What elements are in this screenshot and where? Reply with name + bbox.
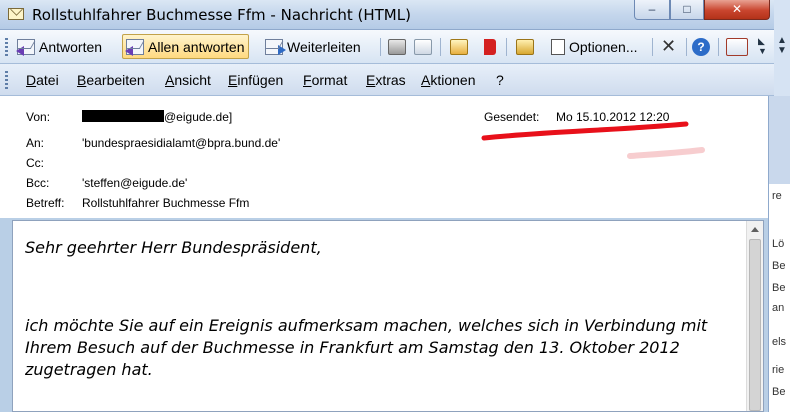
options-button[interactable]: Optionen... (548, 34, 641, 59)
bcc-value: 'steffen@eigude.de' (82, 176, 188, 190)
to-value: 'bundespraesidialamt@bpra.bund.de' (82, 136, 281, 150)
toolbar: Antworten Allen antworten Weiterleiten O… (0, 30, 774, 64)
delete-button[interactable]: ✕ (658, 34, 679, 59)
reply-label: Antworten (39, 38, 103, 55)
reply-all-icon (125, 38, 144, 56)
from-label: Von: (26, 110, 51, 124)
menu-ansicht[interactable]: Ansicht (165, 72, 211, 88)
forward-label: Weiterleiten (287, 38, 361, 55)
red-underline-annotation (481, 121, 705, 159)
toolbar-separator (718, 38, 719, 56)
background-snippet: Be (772, 282, 786, 294)
menu-format[interactable]: Format (303, 72, 347, 88)
subject-label: Betreff: (26, 196, 65, 210)
minimize-button[interactable]: – (634, 0, 670, 20)
reply-all-label: Allen antworten (148, 38, 245, 55)
menu-aktionen[interactable]: Aktionen (421, 72, 476, 88)
close-button[interactable]: ✕ (704, 0, 770, 20)
chevron-up-icon[interactable]: ▲ ▼ (777, 36, 787, 56)
background-snippet: rie (772, 364, 785, 376)
background-snippet: Be (772, 260, 786, 272)
toolbar-separator (440, 38, 441, 56)
toolbar-grip[interactable] (5, 38, 8, 56)
vertical-scrollbar[interactable] (746, 221, 763, 411)
background-snippet: Lö (772, 238, 785, 250)
to-label: An: (26, 136, 45, 150)
menu-datei[interactable]: Datei (26, 72, 59, 88)
print-icon[interactable] (388, 39, 406, 55)
cc-label: Cc: (26, 156, 44, 170)
subject-value: Rollstuhlfahrer Buchmesse Ffm (82, 196, 250, 210)
document-icon (551, 38, 565, 55)
background-snippet: Be (772, 386, 786, 398)
toolbar-separator (686, 38, 687, 56)
move-to-folder-icon[interactable] (450, 39, 468, 55)
options-label: Optionen... (569, 38, 638, 55)
reply-icon (16, 38, 35, 56)
flag-icon[interactable] (484, 39, 496, 55)
reply-all-button[interactable]: Allen antworten (122, 34, 249, 59)
toolbar-separator (506, 38, 507, 56)
background-snippet: els (772, 336, 787, 348)
menu-bar: Datei Bearbeiten Ansicht Einfügen Format… (0, 64, 774, 96)
menu-bearbeiten[interactable]: Bearbeiten (77, 72, 145, 88)
help-button[interactable]: ? (692, 38, 710, 56)
from-value: @eigude.de] (82, 110, 232, 124)
background-snippet: an (772, 302, 785, 314)
forward-icon (265, 38, 286, 55)
background-snippet: re (772, 190, 782, 202)
scroll-thumb[interactable] (749, 239, 761, 411)
menu-grip[interactable] (5, 71, 8, 89)
folder-open-icon[interactable] (516, 39, 534, 55)
background-window-header (769, 96, 790, 184)
toolbar-separator (652, 38, 653, 56)
toolbar-separator (380, 38, 381, 56)
menu-help[interactable]: ? (496, 72, 504, 88)
message-body[interactable]: Sehr geehrter Herr Bundespräsident, ich … (12, 220, 764, 412)
forward-button[interactable]: Weiterleiten (262, 34, 364, 59)
background-window: re Lö Be Be an els rie Be (768, 96, 790, 412)
copy-icon[interactable] (414, 39, 432, 55)
toolbar-overflow-icon[interactable]: ◣ ▼ (758, 36, 767, 56)
body-paragraph: ich möchte Sie auf ein Ereignis aufmerks… (25, 316, 708, 379)
maximize-button[interactable]: □ (670, 0, 704, 20)
menu-extras[interactable]: Extras (366, 72, 406, 88)
envelope-icon (8, 8, 24, 20)
window-title: Rollstuhlfahrer Buchmesse Ffm - Nachrich… (32, 6, 411, 24)
redaction-bar (82, 110, 164, 122)
scroll-up-icon[interactable] (751, 227, 759, 232)
menu-einfuegen[interactable]: Einfügen (228, 72, 283, 88)
report-icon[interactable] (726, 38, 748, 56)
title-bar: Rollstuhlfahrer Buchmesse Ffm - Nachrich… (0, 0, 774, 30)
reply-button[interactable]: Antworten (14, 34, 105, 59)
greeting-text: Sehr geehrter Herr Bundespräsident, (25, 238, 322, 257)
background-window-frame: ▲ ▼ (774, 0, 790, 96)
bcc-label: Bcc: (26, 176, 50, 190)
